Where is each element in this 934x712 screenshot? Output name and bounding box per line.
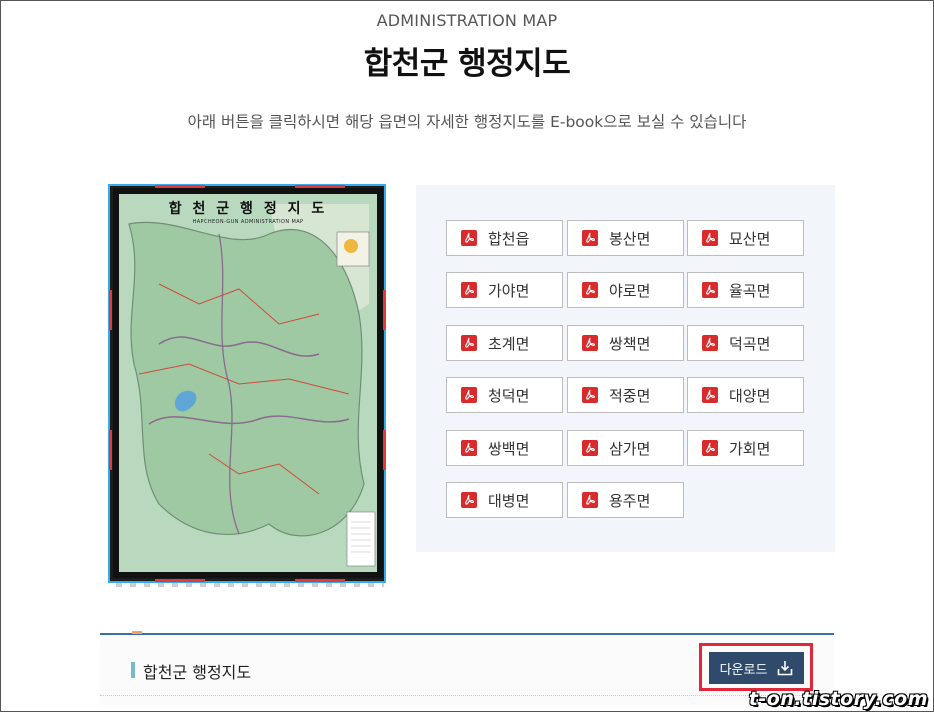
district-button-daebyeong-myeon[interactable]: 대병면 (446, 482, 563, 518)
district-label: 대병면 (488, 491, 530, 510)
district-button-bongsan-myeon[interactable]: 봉산면 (567, 220, 684, 256)
district-button-myosan-myeon[interactable]: 묘산면 (687, 220, 804, 256)
section-accent-mark (132, 631, 142, 634)
section-marker (131, 662, 135, 678)
section-subtitle: ADMINISTRATION MAP (376, 11, 558, 30)
district-label: 쌍책면 (609, 334, 651, 353)
district-button-cheongdeok-myeon[interactable]: 청덕면 (446, 377, 563, 413)
district-label: 율곡면 (729, 281, 771, 300)
map-edge-mark (109, 430, 112, 470)
download-label: 다운로드 (719, 662, 768, 678)
district-label: 가회면 (729, 439, 771, 458)
district-label: 용주면 (609, 491, 651, 510)
district-label: 쌍백면 (488, 439, 530, 458)
pdf-icon (582, 387, 598, 403)
pdf-icon (582, 440, 598, 456)
pdf-icon (702, 440, 718, 456)
pdf-icon (702, 282, 718, 298)
map-edge-mark (295, 185, 345, 188)
district-label: 덕곡면 (729, 334, 771, 353)
watermark-text: t-on.tistory.com (748, 688, 928, 710)
download-section-title: 합천군 행정지도 (143, 663, 252, 682)
district-button-yulgok-myeon[interactable]: 율곡면 (687, 272, 804, 308)
district-label: 삼가면 (609, 439, 651, 458)
map-edge-mark (155, 579, 205, 582)
map-edge-mark (109, 290, 112, 330)
map-edge-mark (295, 579, 345, 582)
district-button-gaya-myeon[interactable]: 가야면 (446, 272, 563, 308)
pdf-icon (461, 440, 477, 456)
pdf-icon (461, 387, 477, 403)
page-description: 아래 버튼을 클릭하시면 해당 읍면의 자세한 행정지도를 E-book으로 보… (187, 113, 747, 131)
pdf-icon (582, 492, 598, 508)
district-button-panel: 합천읍 봉산면 묘산면 가야면 야로면 율곡면 초계면 쌍책면 덕곡면 청덕면 … (416, 185, 835, 552)
map-edge-mark (383, 290, 386, 330)
district-label: 적중면 (609, 386, 651, 405)
district-label: 대양면 (729, 386, 771, 405)
map-title: 합 천 군 행 정 지 도 (168, 201, 328, 217)
administration-map-image: 합 천 군 행 정 지 도 HAPCHEON-GUN ADMINISTRATIO… (110, 185, 386, 581)
download-icon (778, 661, 793, 676)
district-label: 합천읍 (488, 229, 530, 248)
district-label: 묘산면 (729, 229, 771, 248)
map-edge-mark (383, 430, 386, 470)
page-title: 합천군 행정지도 (363, 46, 571, 82)
pdf-icon (582, 282, 598, 298)
pdf-icon (702, 335, 718, 351)
pdf-icon (582, 230, 598, 246)
pdf-icon (702, 387, 718, 403)
pdf-icon (461, 492, 477, 508)
district-label: 야로면 (609, 281, 651, 300)
district-label: 초계면 (488, 334, 530, 353)
district-label: 봉산면 (609, 229, 651, 248)
map-caption (116, 583, 384, 587)
district-label: 가야면 (488, 281, 530, 300)
pdf-icon (461, 230, 477, 246)
district-label: 청덕면 (488, 386, 530, 405)
pdf-icon (582, 335, 598, 351)
district-button-hapcheon-eup[interactable]: 합천읍 (446, 220, 563, 256)
district-button-samga-myeon[interactable]: 삼가면 (567, 430, 684, 466)
map-edge-mark (155, 185, 205, 188)
district-button-ssangbaek-myeon[interactable]: 쌍백면 (446, 430, 563, 466)
district-button-yaro-myeon[interactable]: 야로면 (567, 272, 684, 308)
district-button-chogye-myeon[interactable]: 초계면 (446, 325, 563, 361)
map-subtitle: HAPCHEON-GUN ADMINISTRATION MAP (192, 219, 304, 225)
district-button-gahoe-myeon[interactable]: 가회면 (687, 430, 804, 466)
download-button[interactable]: 다운로드 (709, 652, 804, 684)
pdf-icon (461, 335, 477, 351)
district-button-deokgok-myeon[interactable]: 덕곡면 (687, 325, 804, 361)
district-button-daeyang-myeon[interactable]: 대양면 (687, 377, 804, 413)
pdf-icon (461, 282, 477, 298)
map-illustration (119, 194, 377, 572)
district-button-jeokjung-myeon[interactable]: 적중면 (567, 377, 684, 413)
section-divider (100, 695, 834, 696)
district-button-yongju-myeon[interactable]: 용주면 (567, 482, 684, 518)
district-button-ssangchaek-myeon[interactable]: 쌍책면 (567, 325, 684, 361)
pdf-icon (702, 230, 718, 246)
